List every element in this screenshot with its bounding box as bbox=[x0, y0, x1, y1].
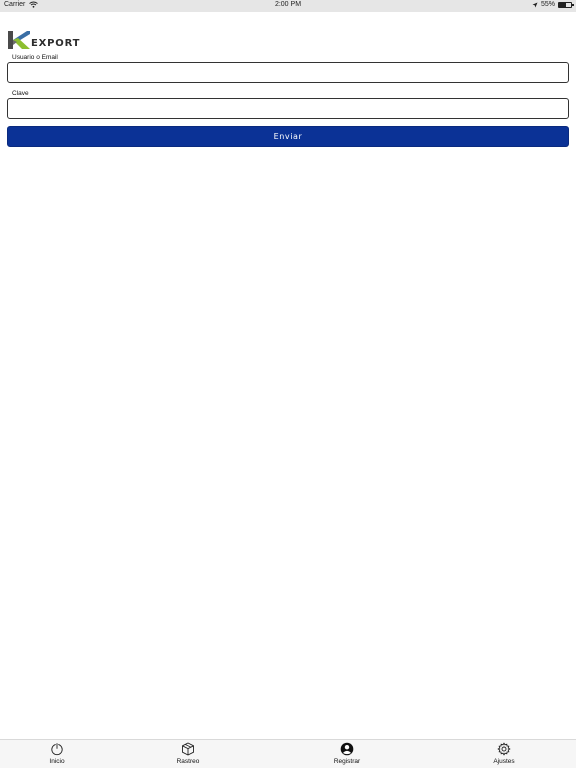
package-icon bbox=[182, 742, 194, 756]
app-logo: EXPORT bbox=[8, 30, 80, 50]
username-input[interactable] bbox=[7, 62, 569, 83]
username-label: Usuario o Email bbox=[12, 54, 58, 61]
power-icon bbox=[51, 743, 63, 756]
tab-label-inicio: Inicio bbox=[49, 758, 65, 765]
submit-button[interactable]: Enviar bbox=[7, 126, 569, 147]
tab-label-ajustes: Ajustes bbox=[493, 758, 515, 765]
tab-registrar[interactable]: Registrar bbox=[317, 742, 377, 768]
password-input[interactable] bbox=[7, 98, 569, 119]
tab-label-registrar: Registrar bbox=[333, 758, 361, 765]
location-arrow-icon bbox=[532, 2, 538, 7]
status-right: 55% bbox=[532, 1, 574, 8]
tab-label-rastreo: Rastreo bbox=[176, 758, 200, 765]
password-label: Clave bbox=[12, 90, 29, 97]
k-logo-icon bbox=[8, 31, 30, 49]
app-screen: Carrier 2:00 PM 55% EXPORT Usuario o Ema… bbox=[0, 0, 576, 768]
tab-inicio[interactable]: Inicio bbox=[27, 742, 87, 768]
battery-percent: 55% bbox=[540, 1, 555, 8]
logo-text: EXPORT bbox=[31, 38, 81, 49]
tab-rastreo[interactable]: Rastreo bbox=[158, 742, 218, 768]
tab-bar: Inicio Rastreo Registrar Ajustes bbox=[0, 739, 576, 768]
gear-icon bbox=[497, 742, 511, 756]
status-bar: Carrier 2:00 PM 55% bbox=[0, 0, 576, 12]
status-time: 2:00 PM bbox=[274, 1, 302, 8]
user-circle-icon bbox=[340, 742, 354, 756]
battery-icon bbox=[558, 1, 574, 8]
battery-level bbox=[559, 2, 566, 7]
tab-ajustes[interactable]: Ajustes bbox=[474, 742, 534, 768]
